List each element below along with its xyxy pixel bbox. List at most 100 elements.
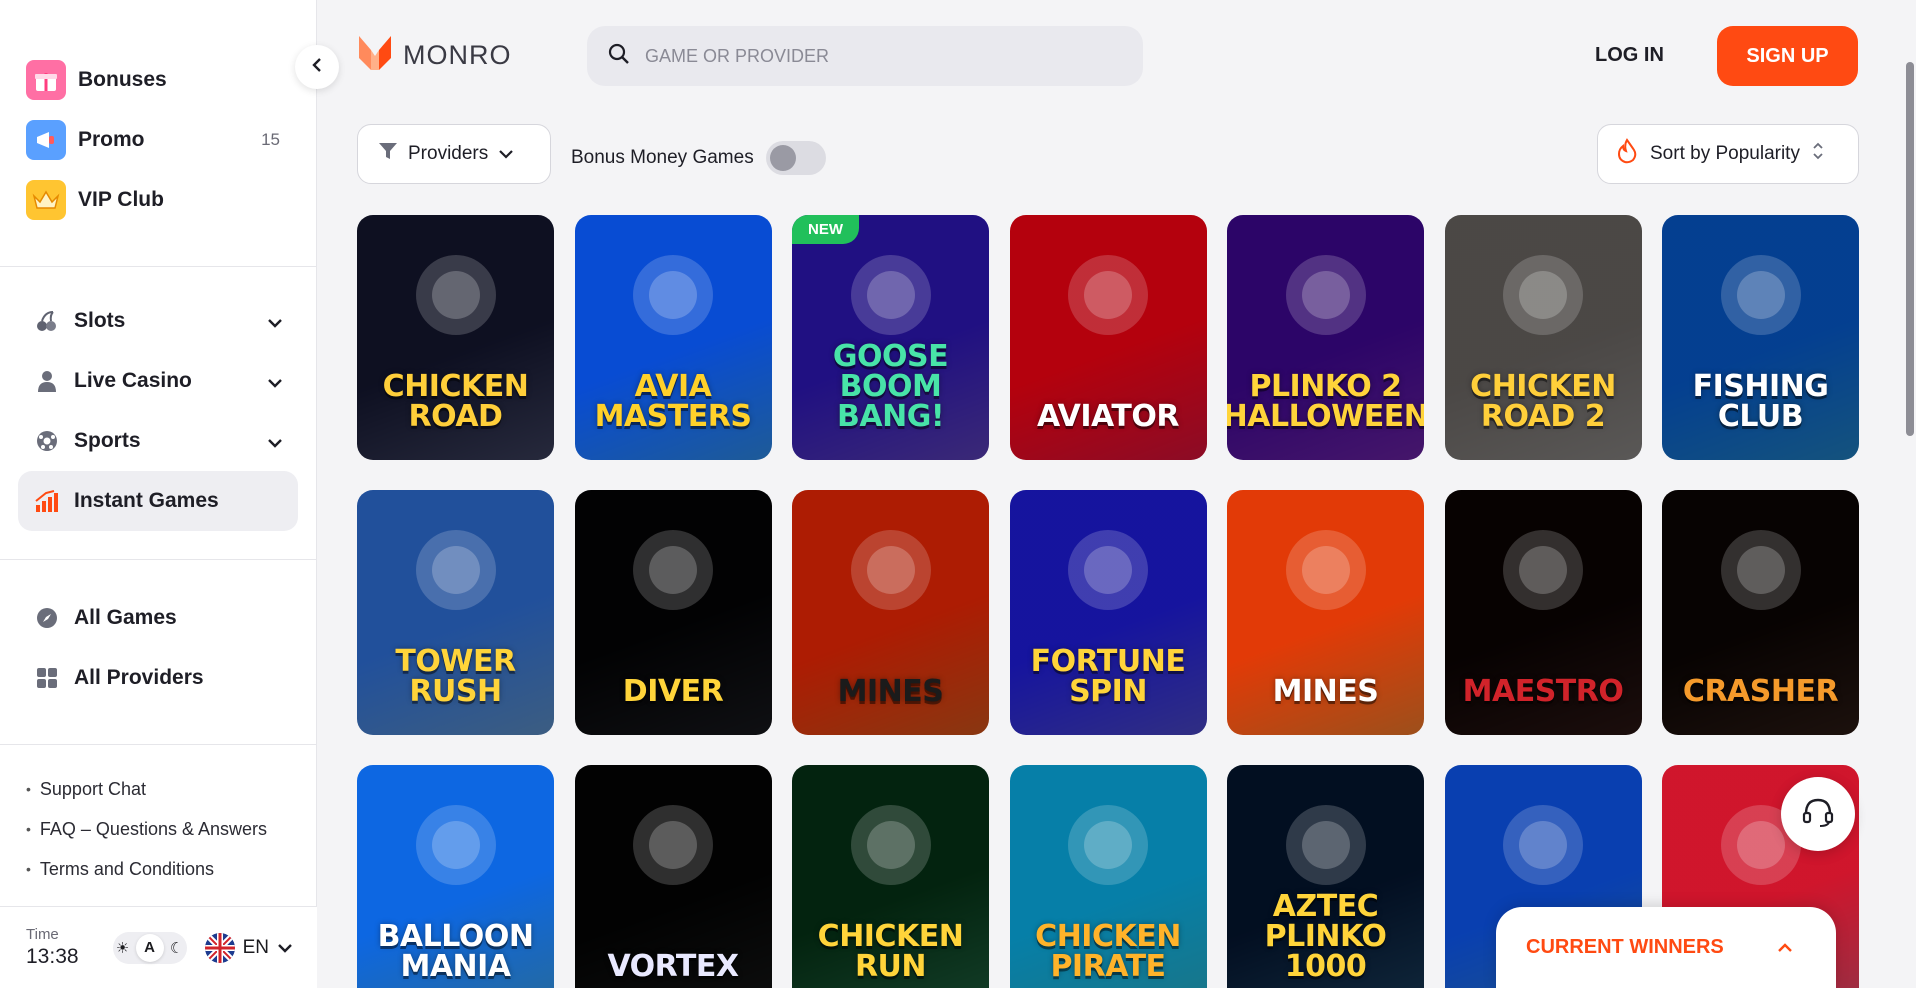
game-tile[interactable]: Vortex — [574, 765, 772, 988]
page-scrollbar[interactable] — [1906, 62, 1914, 436]
sun-icon[interactable]: ☀ — [116, 939, 129, 957]
collapse-sidebar-button[interactable] — [295, 45, 339, 89]
game-title: Vortex — [607, 949, 739, 984]
game-tile[interactable]: Aviator — [1009, 215, 1207, 460]
game-tile[interactable]: Mines — [792, 490, 989, 735]
sidebar-item-label: Slots — [74, 309, 126, 332]
theme-auto-button[interactable]: A — [135, 933, 164, 962]
sort-arrows-icon — [1812, 141, 1824, 167]
game-tile[interactable]: Diver — [574, 490, 772, 735]
faq-link[interactable]: FAQ – Questions & Answers — [26, 809, 316, 849]
game-tile[interactable]: Chicken Pirate — [1009, 765, 1207, 988]
game-tile[interactable]: Maestro — [1444, 490, 1642, 735]
bonus-toggle-label: Bonus Money Games — [571, 147, 754, 168]
sidebar-item-label: All Providers — [74, 666, 204, 689]
theme-switch[interactable]: ☀ A ☾ — [112, 931, 187, 964]
sort-label: Sort by Popularity — [1650, 143, 1800, 164]
game-tile[interactable]: Avia Masters — [574, 215, 772, 460]
search-icon — [607, 42, 631, 71]
game-tile[interactable]: Plinko 2 Halloween — [1227, 215, 1424, 460]
game-title: Avia Masters — [594, 369, 752, 434]
sidebar-item-instant-games[interactable]: Instant Games — [18, 471, 298, 531]
chevron-down-icon[interactable] — [266, 431, 284, 455]
game-artwork — [1053, 520, 1163, 625]
game-tile[interactable]: Fishing Club — [1662, 215, 1859, 460]
game-title: Goose Boom Bang! — [832, 339, 949, 434]
providers-dropdown[interactable]: Providers — [357, 124, 551, 184]
sidebar-item-all-providers[interactable]: All Providers — [18, 648, 298, 708]
sidebar-item-slots[interactable]: Slots — [18, 291, 298, 351]
filter-bar: Providers Bonus Money Games Sort by Popu… — [357, 124, 1859, 184]
clock: Time 13:38 — [26, 926, 79, 969]
game-title: Tower Rush — [395, 644, 516, 709]
sidebar-item-sports[interactable]: Sports — [18, 411, 298, 471]
sidebar-promo-list: Bonuses Promo 15 VIP Club — [0, 0, 316, 230]
game-tile[interactable]: Chicken Road 2 — [1444, 215, 1642, 460]
game-tile[interactable]: Tower Rush — [357, 490, 554, 735]
game-tile[interactable]: Balloon Mania — [357, 765, 554, 988]
support-chat-button[interactable] — [1781, 777, 1855, 851]
chart-bars-icon — [34, 488, 60, 514]
support-chat-link[interactable]: Support Chat — [26, 769, 316, 809]
game-artwork — [1706, 245, 1816, 350]
chevron-down-icon — [498, 143, 514, 165]
chevron-down-icon[interactable] — [266, 311, 284, 335]
search-bar[interactable] — [587, 26, 1143, 86]
game-tile[interactable]: NEW Goose Boom Bang! — [792, 215, 989, 460]
megaphone-icon — [26, 120, 66, 160]
game-artwork — [836, 520, 946, 625]
game-artwork — [1271, 520, 1381, 625]
game-title: Balloon Mania — [377, 919, 534, 984]
top-header: MONRO LOG IN SIGN UP — [317, 0, 1916, 112]
compass-icon — [34, 605, 60, 631]
sidebar-item-label: All Games — [74, 606, 177, 629]
sidebar-item-label: Bonuses — [78, 68, 167, 91]
game-tile[interactable]: Chicken Road — [357, 215, 554, 460]
game-title: Diver — [622, 674, 724, 709]
game-title: Mines — [1272, 674, 1379, 709]
promo-count-badge: 15 — [261, 130, 280, 149]
signup-button[interactable]: SIGN UP — [1717, 26, 1858, 86]
flame-icon — [1616, 138, 1638, 170]
game-tile[interactable]: Mines — [1227, 490, 1424, 735]
chevron-down-icon[interactable] — [266, 371, 284, 395]
sidebar-item-label: Instant Games — [74, 489, 219, 512]
time-value: 13:38 — [26, 944, 79, 968]
game-artwork — [401, 520, 511, 625]
crown-icon — [26, 180, 66, 220]
current-winners-panel[interactable]: CURRENT WINNERS — [1496, 907, 1836, 988]
moon-icon[interactable]: ☾ — [170, 939, 183, 957]
logo-text: MONRO — [403, 40, 512, 70]
sidebar-item-promo[interactable]: Promo 15 — [26, 110, 280, 170]
sidebar-item-bonuses[interactable]: Bonuses — [26, 50, 280, 110]
search-input[interactable] — [645, 45, 1125, 67]
game-title: Chicken Road 2 — [1470, 369, 1616, 434]
game-tile[interactable]: Fortune Spin — [1009, 490, 1207, 735]
bonus-money-toggle[interactable] — [765, 141, 826, 175]
game-artwork — [1488, 795, 1598, 900]
game-title: Aviator — [1036, 399, 1180, 434]
game-artwork — [618, 795, 728, 900]
sidebar-item-label: Live Casino — [74, 369, 192, 392]
uk-flag-icon — [204, 932, 235, 963]
sidebar-item-live-casino[interactable]: Live Casino — [18, 351, 298, 411]
game-artwork — [836, 795, 946, 900]
sort-dropdown[interactable]: Sort by Popularity — [1597, 124, 1859, 184]
game-tile[interactable]: Chicken Run — [792, 765, 989, 988]
sidebar-item-vip-club[interactable]: VIP Club — [26, 170, 280, 230]
login-button[interactable]: LOG IN — [1595, 44, 1664, 67]
time-label: Time — [26, 925, 59, 943]
sidebar-item-all-games[interactable]: All Games — [18, 588, 298, 648]
app-root: Bonuses Promo 15 VIP Club Slots Live Cas… — [0, 0, 1916, 988]
game-tile[interactable]: Aztec Plinko 1000 — [1227, 765, 1424, 988]
game-artwork — [1488, 245, 1598, 350]
cherries-icon — [34, 308, 60, 334]
game-title: Chicken Road — [382, 369, 529, 434]
game-artwork — [401, 795, 511, 900]
chevron-up-icon[interactable] — [1776, 937, 1794, 960]
game-tile[interactable]: Crasher — [1662, 490, 1859, 735]
terms-link[interactable]: Terms and Conditions — [26, 849, 316, 889]
brand-logo[interactable]: MONRO — [357, 32, 512, 79]
language-selector[interactable]: EN — [204, 932, 293, 963]
game-artwork — [618, 520, 728, 625]
